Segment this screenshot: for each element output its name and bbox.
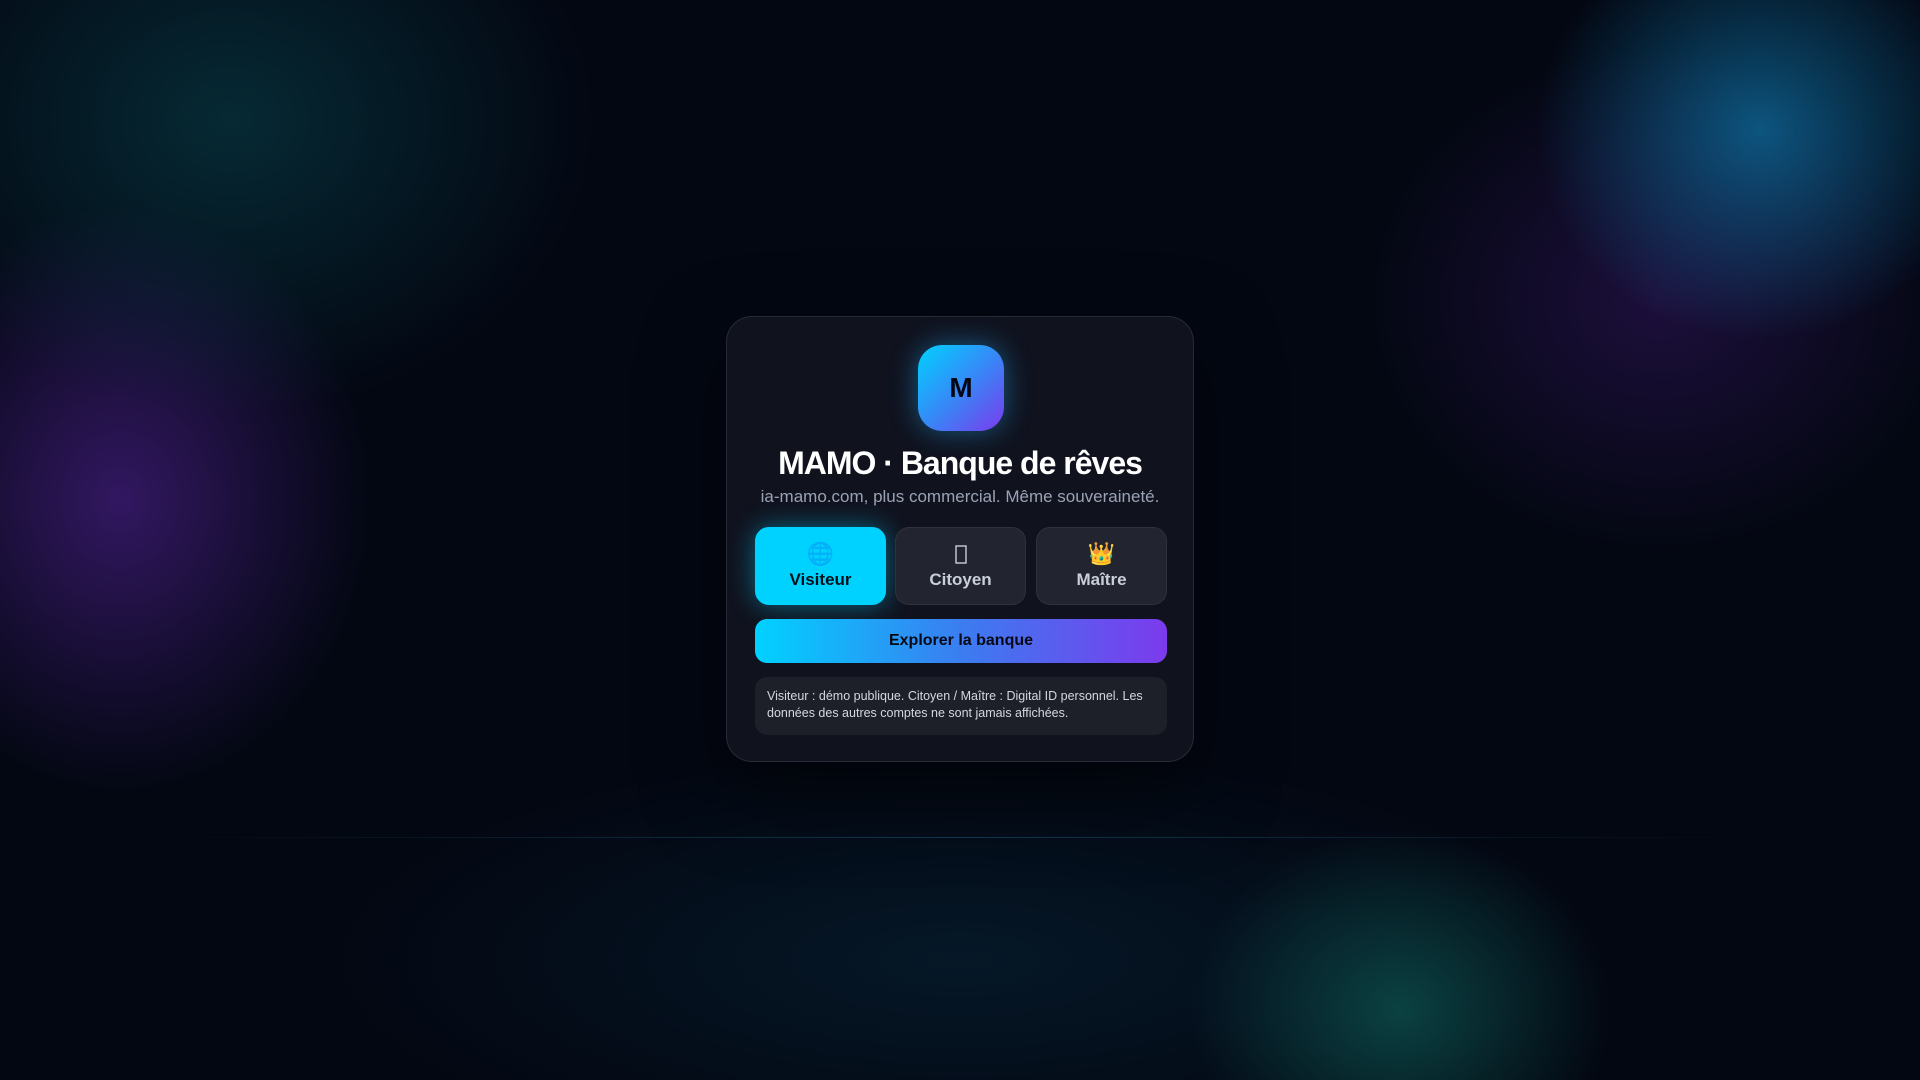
role-citoyen-button[interactable]: Citoyen	[895, 527, 1026, 605]
page-title: MAMO · Banque de rêves	[778, 445, 1143, 481]
id-card-icon	[954, 542, 967, 566]
horizon-divider	[160, 837, 1760, 838]
login-card: M MAMO · Banque de rêves ia-mamo.com, pl…	[726, 316, 1194, 762]
explore-button[interactable]: Explorer la banque	[755, 619, 1167, 663]
role-label: Visiteur	[789, 570, 852, 589]
role-label: Maître	[1076, 570, 1127, 589]
page-subtitle: ia-mamo.com, plus commercial. Même souve…	[760, 487, 1160, 506]
page-background: M MAMO · Banque de rêves ia-mamo.com, pl…	[0, 0, 1920, 1080]
info-note: Visiteur : démo publique. Citoyen / Maît…	[755, 677, 1167, 735]
app-logo: M	[918, 345, 1004, 431]
role-label: Citoyen	[929, 570, 992, 589]
crown-icon: 👑	[1087, 541, 1116, 566]
logo-letter: M	[949, 372, 973, 403]
globe-icon: 🌐	[806, 541, 835, 566]
role-selector: 🌐 Visiteur Citoyen 👑 Maître	[755, 527, 1167, 605]
role-visiteur-button[interactable]: 🌐 Visiteur	[755, 527, 886, 605]
role-maitre-button[interactable]: 👑 Maître	[1036, 527, 1167, 605]
